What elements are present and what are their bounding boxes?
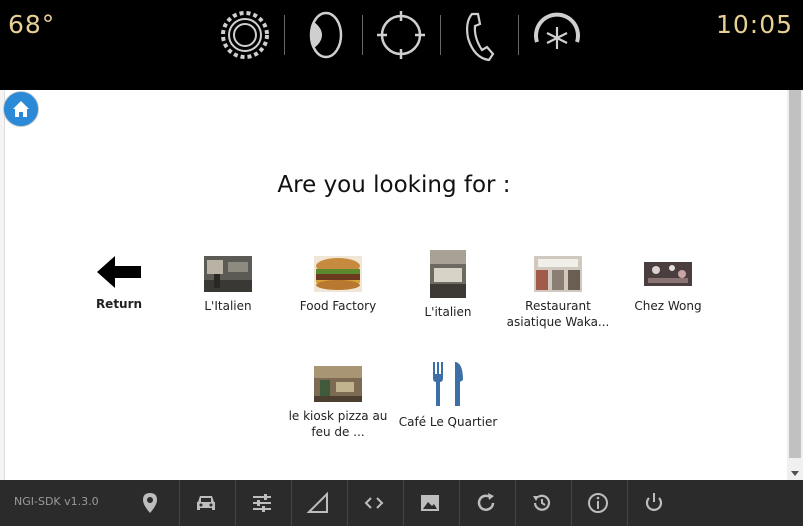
restaurant-item[interactable]: Restaurant asiatique Waka... [503, 256, 613, 330]
restaurant-name: Restaurant asiatique Waka... [506, 299, 610, 329]
phone-icon[interactable] [452, 8, 506, 62]
image-icon[interactable] [418, 491, 442, 515]
restaurant-item[interactable]: Food Factory [283, 256, 393, 314]
refresh-icon[interactable] [474, 491, 498, 515]
divider [515, 480, 516, 526]
divider [347, 480, 348, 526]
info-icon[interactable] [586, 491, 610, 515]
restaurant-item[interactable]: Chez Wong [613, 256, 723, 314]
divider [284, 15, 285, 55]
audio-speaker-icon[interactable] [296, 8, 350, 62]
power-icon[interactable] [642, 491, 666, 515]
restaurant-thumbnail [534, 256, 582, 292]
divider [362, 15, 363, 55]
restaurant-thumbnail [314, 256, 362, 292]
signal-icon[interactable] [306, 491, 330, 515]
divider [291, 480, 292, 526]
scroll-down-arrow-icon[interactable] [791, 471, 799, 476]
fork-knife-icon [433, 362, 463, 406]
navigation-target-icon[interactable] [374, 8, 428, 62]
code-icon[interactable] [362, 491, 386, 515]
return-button[interactable]: Return [64, 254, 174, 312]
sliders-icon[interactable] [250, 491, 274, 515]
restaurant-name: Café Le Quartier [398, 415, 498, 429]
history-icon[interactable] [530, 491, 554, 515]
restaurant-thumbnail [430, 250, 466, 298]
climate-fan-icon[interactable] [530, 8, 584, 62]
restaurant-thumbnail [204, 256, 252, 292]
restaurant-name: Chez Wong [634, 299, 702, 313]
restaurant-item[interactable]: Café Le Quartier [393, 360, 503, 430]
restaurant-thumbnail [314, 366, 362, 402]
left-edge-strip [0, 90, 5, 480]
return-label: Return [95, 297, 143, 311]
temperature-readout: 68° [8, 10, 56, 39]
divider [235, 480, 236, 526]
restaurant-item[interactable]: L'italien [393, 250, 503, 320]
divider [459, 480, 460, 526]
top-status-bar: 68° 10:05 [0, 0, 803, 90]
location-pin-icon[interactable] [138, 491, 162, 515]
vertical-scrollbar[interactable] [787, 90, 803, 480]
home-icon[interactable] [3, 91, 39, 127]
divider [518, 15, 519, 55]
clock-readout: 10:05 [715, 10, 793, 39]
restaurant-name: le kiosk pizza au feu de ... [288, 409, 388, 439]
bottom-toolbar: NGI-SDK v1.3.0 [0, 480, 803, 526]
back-arrow-icon [97, 256, 141, 288]
restaurant-item[interactable]: le kiosk pizza au feu de ... [283, 366, 393, 440]
divider [627, 480, 628, 526]
settings-gear-icon[interactable] [218, 8, 272, 62]
restaurant-name: Food Factory [299, 299, 377, 313]
divider [179, 480, 180, 526]
restaurant-name: L'italien [424, 305, 472, 319]
sdk-version: NGI-SDK v1.3.0 [14, 495, 99, 508]
restaurant-thumbnail [644, 256, 692, 292]
divider [440, 15, 441, 55]
page-heading: Are you looking for : [277, 172, 511, 198]
car-icon[interactable] [194, 491, 218, 515]
restaurant-item[interactable]: L'Italien [173, 256, 283, 314]
divider [403, 480, 404, 526]
divider [571, 480, 572, 526]
scrollbar-thumb[interactable] [789, 90, 801, 458]
restaurant-name: L'Italien [204, 299, 252, 313]
